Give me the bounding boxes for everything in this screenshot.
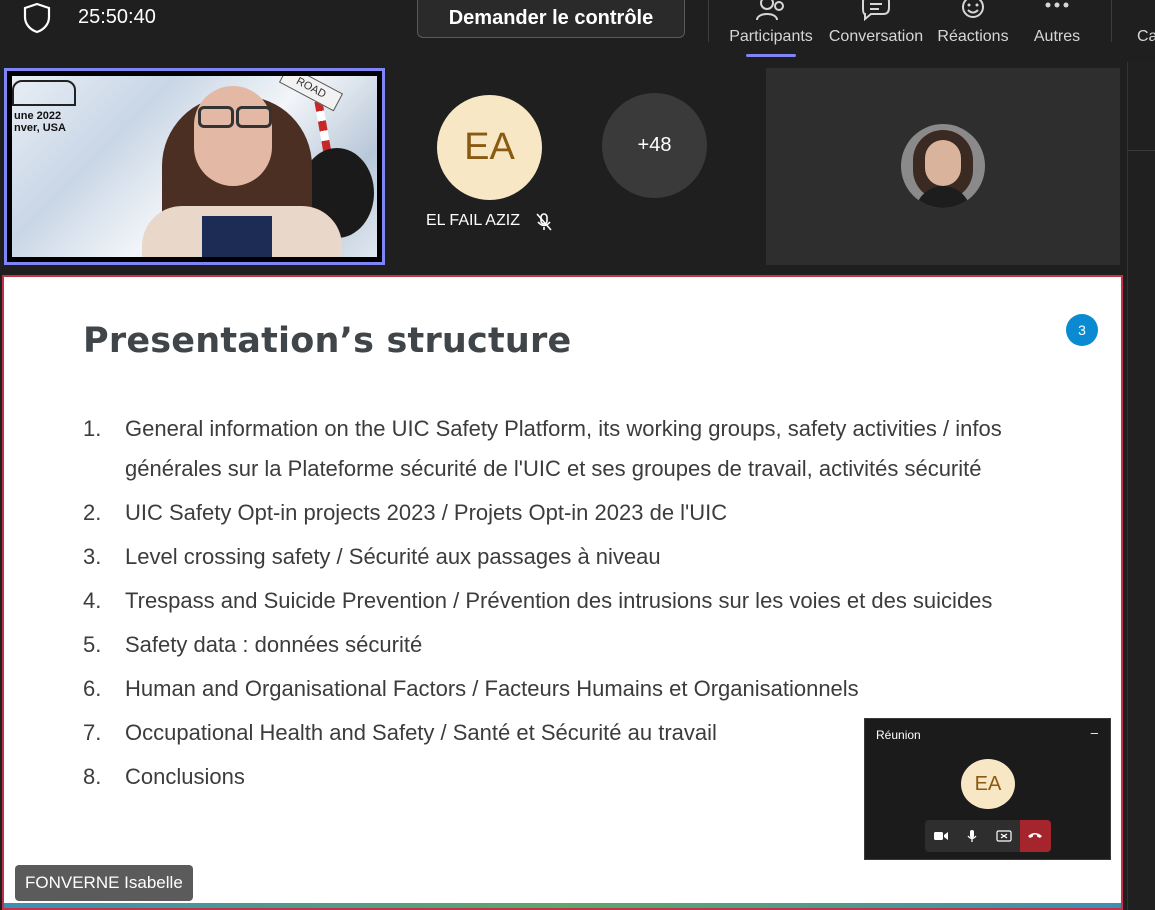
list-item: 6. Human and Organisational Factors / Fac…	[83, 676, 859, 701]
participant-avatar-el-fail[interactable]: EA	[437, 95, 542, 200]
participant-photo	[901, 124, 985, 208]
mic-toggle-button[interactable]	[957, 820, 989, 852]
shield-icon[interactable]	[22, 2, 52, 34]
list-item: 3. Level crossing safety / Sécurité aux p…	[83, 544, 661, 569]
reactions-icon	[962, 0, 984, 18]
toolbar-divider	[708, 0, 709, 42]
more-participants-count[interactable]: +48	[602, 93, 707, 198]
meeting-toolbar: 25:50:40 Demander le contrôle Participan…	[0, 0, 1155, 62]
side-panel-edge	[1127, 62, 1155, 910]
participant-name-el-fail: EL FAIL AZIZ	[426, 212, 520, 229]
share-toggle-button[interactable]	[988, 820, 1020, 852]
glasses-right	[236, 106, 272, 128]
participant-video-tile[interactable]	[766, 68, 1120, 265]
more-button[interactable]: Autres	[1025, 0, 1089, 60]
slide-number-badge: 3	[1066, 314, 1098, 346]
video-toggle-button[interactable]	[925, 820, 957, 852]
list-item: 5. Safety data : données sécurité	[83, 632, 423, 657]
chat-icon	[862, 0, 890, 22]
slide-footer-bar	[4, 903, 1121, 908]
camera-button-partial[interactable]: Ca	[1137, 28, 1155, 46]
meeting-timer: 25:50:40	[78, 6, 156, 28]
video-icon	[933, 832, 948, 840]
list-item: 2. UIC Safety Opt-in projects 2023 / Proj…	[83, 500, 728, 525]
participants-icon	[756, 0, 784, 21]
participants-button[interactable]: Participants	[727, 0, 815, 60]
mini-controls	[925, 820, 1051, 852]
presenter-shirt	[202, 216, 272, 257]
active-tab-indicator	[746, 54, 796, 57]
hangup-button[interactable]	[1019, 820, 1051, 852]
list-item: 1. General information on the UIC Safety …	[83, 416, 1002, 481]
hangup-icon	[1028, 833, 1043, 838]
presenter-name-tag: FONVERNE Isabelle	[15, 865, 193, 901]
mini-avatar: EA	[961, 759, 1015, 809]
glasses-left	[198, 106, 234, 128]
mic-icon	[967, 830, 977, 842]
video-overlay-text: une 2022	[14, 110, 62, 122]
more-icon	[1045, 2, 1069, 8]
road-sign: ROAD	[278, 76, 344, 112]
presenter-video: une 2022 nver, USA ROAD	[12, 76, 377, 257]
conversation-button[interactable]: Conversation	[827, 0, 925, 60]
reactions-label: Réactions	[937, 28, 1009, 45]
toolbar-divider	[1111, 0, 1112, 42]
mini-meeting-window[interactable]: Réunion – EA	[864, 718, 1111, 860]
list-item: 4. Trespass and Suicide Prevention / Prév…	[83, 588, 993, 613]
participants-label: Participants	[729, 28, 813, 45]
presenter-face	[194, 86, 272, 186]
conversation-label: Conversation	[828, 28, 924, 45]
share-icon	[996, 830, 1012, 842]
mic-off-icon	[536, 213, 552, 231]
minimize-button[interactable]: –	[1091, 725, 1098, 740]
mini-window-title: Réunion	[876, 728, 921, 742]
reactions-button[interactable]: Réactions	[935, 0, 1011, 60]
request-control-button[interactable]: Demander le contrôle	[417, 0, 685, 38]
slide-title: Presentation’s structure	[83, 321, 572, 361]
logo-shape	[12, 80, 76, 106]
video-overlay-text: nver, USA	[14, 122, 66, 134]
presenter-video-tile[interactable]: une 2022 nver, USA ROAD	[4, 68, 385, 265]
more-label: Autres	[1033, 28, 1081, 45]
